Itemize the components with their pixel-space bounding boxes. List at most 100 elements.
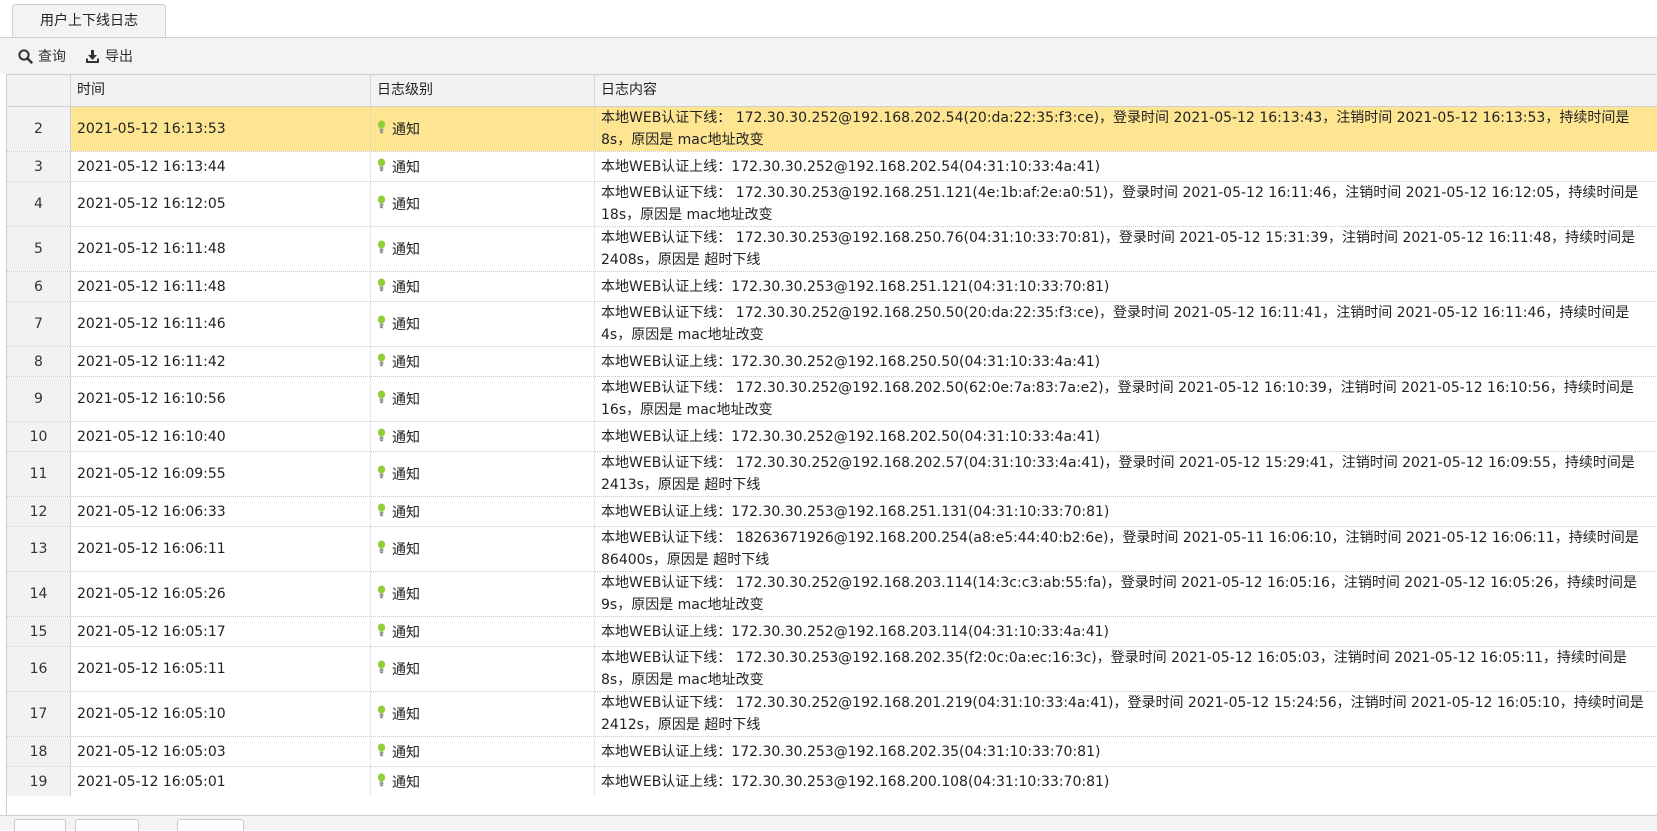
tab-bar: 用户上下线日志 [0,0,1657,38]
log-level: 通知 [371,422,595,451]
log-content-text: 本地WEB认证下线： 172.30.30.252@192.168.202.57(… [601,455,1635,493]
log-content: 本地WEB认证下线： 18263671926@192.168.200.254(a… [595,527,1657,571]
toolbar: 查询 导出 [0,38,1657,74]
bulb-icon [377,158,386,176]
table-row[interactable]: 7 2021-05-12 16:11:46 通知 本地WEB认证下线： 172.30.… [7,302,1657,347]
log-level-label: 通知 [392,744,420,761]
log-level-label: 通知 [392,197,420,213]
bulb-icon [377,705,386,723]
log-table: 时间 日志级别 日志内容 2 2021-05-12 16:13:53 通知 本地WEB… [6,74,1657,829]
table-row[interactable]: 3 2021-05-12 16:13:44 通知 本地WEB认证上线：172.30.3… [7,152,1657,182]
table-row[interactable]: 9 2021-05-12 16:10:56 通知 本地WEB认证下线： 172.30.… [7,377,1657,422]
log-level-label: 通知 [392,707,420,723]
log-level-label: 通知 [392,662,420,678]
log-content: 本地WEB认证上线：172.30.30.253@192.168.251.121(… [595,272,1657,301]
table-row[interactable]: 10 2021-05-12 16:10:40 通知 本地WEB认证上线：172.30.… [7,422,1657,452]
log-content: 本地WEB认证下线： 172.30.30.253@192.168.202.35(… [595,647,1657,691]
log-level-label: 通知 [392,242,420,258]
log-level-label: 通知 [392,542,420,558]
bulb-icon [377,315,386,333]
bulb-icon [377,353,386,371]
row-number: 16 [7,647,71,691]
table-row[interactable]: 11 2021-05-12 16:09:55 通知 本地WEB认证下线： 172.30… [7,452,1657,497]
log-content-text: 本地WEB认证下线： 172.30.30.252@192.168.203.114… [601,575,1637,613]
log-level: 通知 [371,452,595,496]
log-level: 通知 [371,572,595,616]
log-level-label: 通知 [392,354,420,371]
row-number: 7 [7,302,71,346]
table-row[interactable]: 17 2021-05-12 16:05:10 通知 本地WEB认证下线： 172.30… [7,692,1657,737]
bulb-icon [377,743,386,761]
query-label: 查询 [38,49,66,65]
log-time: 2021-05-12 16:11:48 [71,227,371,271]
bulb-icon [377,390,386,408]
log-time: 2021-05-12 16:13:44 [71,152,371,181]
table-header: 时间 日志级别 日志内容 [7,74,1657,107]
row-number: 18 [7,737,71,766]
row-number: 3 [7,152,71,181]
log-content-text: 本地WEB认证上线：172.30.30.253@192.168.202.35(0… [601,743,1101,760]
table-row[interactable]: 19 2021-05-12 16:05:01 通知 本地WEB认证上线：172.30.… [7,767,1657,796]
log-content: 本地WEB认证上线：172.30.30.253@192.168.200.108(… [595,767,1657,796]
bulb-icon [377,540,386,558]
pagination-bar [0,815,1657,831]
row-number: 15 [7,617,71,646]
log-time: 2021-05-12 16:05:11 [71,647,371,691]
table-row[interactable]: 2 2021-05-12 16:13:53 通知 本地WEB认证下线： 172.30.… [7,107,1657,152]
log-level-label: 通知 [392,392,420,408]
log-level: 通知 [371,107,595,151]
row-number: 19 [7,767,71,796]
log-content-text: 本地WEB认证下线： 172.30.30.253@192.168.251.121… [601,185,1639,223]
log-content: 本地WEB认证上线：172.30.30.252@192.168.250.50(0… [595,347,1657,376]
log-content-text: 本地WEB认证下线： 172.30.30.252@192.168.202.50(… [601,380,1634,418]
bulb-icon [377,195,386,213]
table-row[interactable]: 15 2021-05-12 16:05:17 通知 本地WEB认证上线：172.30.… [7,617,1657,647]
log-level-label: 通知 [392,429,420,446]
header-level[interactable]: 日志级别 [371,75,595,106]
table-row[interactable]: 14 2021-05-12 16:05:26 通知 本地WEB认证下线： 172.30… [7,572,1657,617]
table-row[interactable]: 4 2021-05-12 16:12:05 通知 本地WEB认证下线： 172.30.… [7,182,1657,227]
log-level: 通知 [371,152,595,181]
header-time[interactable]: 时间 [71,75,371,106]
row-number: 11 [7,452,71,496]
log-content: 本地WEB认证上线：172.30.30.253@192.168.251.131(… [595,497,1657,526]
header-content[interactable]: 日志内容 [595,75,1657,106]
log-content: 本地WEB认证下线： 172.30.30.252@192.168.250.50(… [595,302,1657,346]
table-row[interactable]: 6 2021-05-12 16:11:48 通知 本地WEB认证上线：172.30.3… [7,272,1657,302]
bulb-icon [377,240,386,258]
tab-user-online-offline-log[interactable]: 用户上下线日志 [12,4,166,37]
table-row[interactable]: 18 2021-05-12 16:05:03 通知 本地WEB认证上线：172.30.… [7,737,1657,767]
table-row[interactable]: 8 2021-05-12 16:11:42 通知 本地WEB认证上线：172.30.3… [7,347,1657,377]
log-content: 本地WEB认证上线：172.30.30.252@192.168.203.114(… [595,617,1657,646]
log-time: 2021-05-12 16:05:10 [71,692,371,736]
log-content: 本地WEB认证下线： 172.30.30.252@192.168.202.54(… [595,107,1657,151]
pager-button[interactable] [14,819,66,831]
log-content-text: 本地WEB认证上线：172.30.30.253@192.168.251.121(… [601,278,1110,295]
table-row[interactable]: 12 2021-05-12 16:06:33 通知 本地WEB认证上线：172.30.… [7,497,1657,527]
export-button[interactable]: 导出 [85,38,133,74]
export-label: 导出 [105,49,133,65]
log-time: 2021-05-12 16:11:46 [71,302,371,346]
log-time: 2021-05-12 16:11:42 [71,347,371,376]
pager-button[interactable] [177,819,244,831]
log-content-text: 本地WEB认证下线： 172.30.30.252@192.168.202.54(… [601,110,1630,148]
table-row[interactable]: 16 2021-05-12 16:05:11 通知 本地WEB认证下线： 172.30… [7,647,1657,692]
table-row[interactable]: 5 2021-05-12 16:11:48 通知 本地WEB认证下线： 172.30.… [7,227,1657,272]
log-time: 2021-05-12 16:05:17 [71,617,371,646]
table-body: 2 2021-05-12 16:13:53 通知 本地WEB认证下线： 172.30.… [7,107,1657,796]
log-level-label: 通知 [392,504,420,521]
bulb-icon [377,428,386,446]
log-content: 本地WEB认证上线：172.30.30.252@192.168.202.54(0… [595,152,1657,181]
pager-button[interactable] [75,819,139,831]
query-button[interactable]: 查询 [18,38,66,74]
row-number: 10 [7,422,71,451]
bulb-icon [377,120,386,138]
row-number: 17 [7,692,71,736]
row-number: 13 [7,527,71,571]
log-content: 本地WEB认证下线： 172.30.30.253@192.168.250.76(… [595,227,1657,271]
row-number: 5 [7,227,71,271]
log-level-label: 通知 [392,317,420,333]
log-time: 2021-05-12 16:09:55 [71,452,371,496]
table-row[interactable]: 13 2021-05-12 16:06:11 通知 本地WEB认证下线： 182636… [7,527,1657,572]
log-level-label: 通知 [392,122,420,138]
